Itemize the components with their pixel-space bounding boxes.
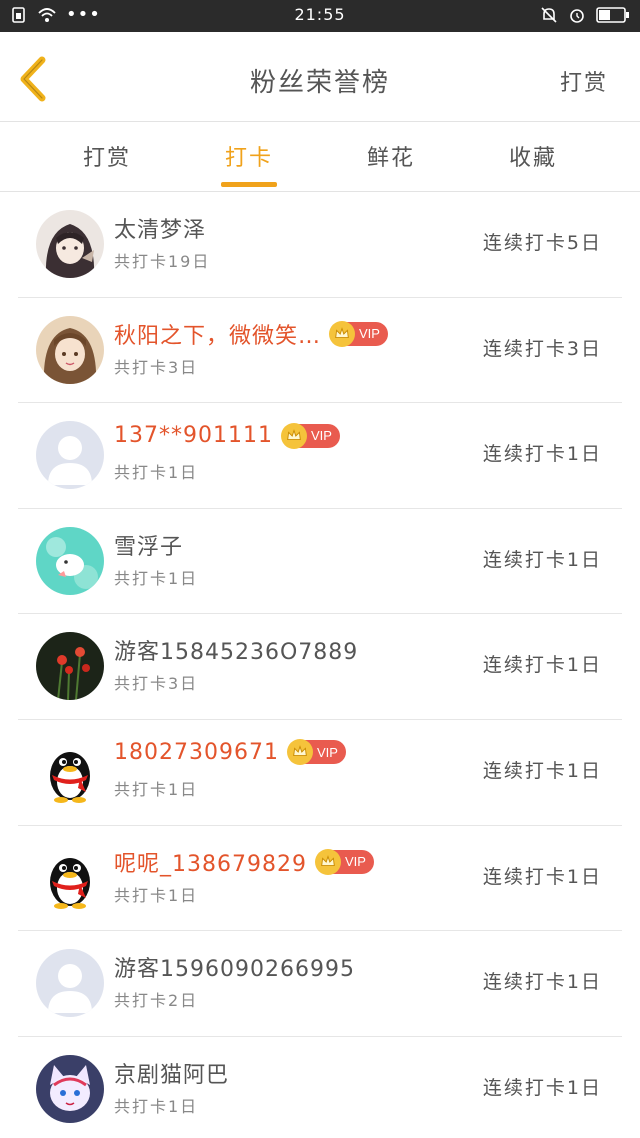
crown-icon — [280, 422, 307, 449]
battery-icon — [596, 7, 629, 23]
anime-girl-avatar[interactable] — [36, 315, 104, 384]
total-checkin-days: 共打卡1日 — [114, 568, 199, 588]
user-name[interactable]: 游客1596090266995 — [114, 951, 355, 983]
fan-list: 太清梦泽共打卡19日 连续打卡5日秋阳之下，微微笑… VIP 共打卡3日 连续打卡3日 1… — [0, 192, 640, 1138]
tab-checkin[interactable]: 打卡 — [194, 140, 304, 172]
total-checkin-days: 共打卡1日 — [114, 885, 199, 905]
page-title: 粉丝荣誉榜 — [249, 68, 390, 98]
user-name[interactable]: 游客15845236O7889 — [114, 634, 358, 666]
streak-checkin-days: 连续打卡1日 — [482, 971, 602, 994]
qq-penguin-avatar[interactable] — [36, 843, 104, 912]
streak-checkin-days: 连续打卡1日 — [482, 1076, 602, 1099]
crown-icon — [329, 320, 356, 347]
default-avatar[interactable] — [36, 421, 104, 490]
total-checkin-days: 共打卡3日 — [114, 674, 199, 694]
total-checkin-days: 共打卡1日 — [114, 779, 199, 799]
list-item[interactable]: 18027309671 VIP 共打卡1日 连续打卡1日 — [18, 720, 622, 826]
qq-penguin-avatar[interactable] — [36, 737, 104, 806]
total-checkin-days: 共打卡19日 — [114, 252, 211, 271]
default-avatar[interactable] — [36, 949, 104, 1018]
user-name[interactable]: 秋阳之下，微微笑… — [114, 318, 321, 350]
list-item[interactable]: 秋阳之下，微微笑… VIP 共打卡3日 连续打卡3日 — [18, 298, 622, 404]
tab-bar: 打赏 打卡 鲜花 收藏 — [0, 122, 640, 192]
user-name[interactable]: 呢呢_138679829 — [114, 846, 307, 878]
vip-label: VIP — [316, 744, 338, 760]
active-tab-indicator — [221, 182, 277, 187]
list-item[interactable]: 呢呢_138679829 VIP 共打卡1日 连续打卡1日 — [18, 826, 622, 932]
user-name[interactable]: 雪浮子 — [114, 529, 183, 561]
bird-avatar[interactable] — [36, 526, 104, 595]
reward-button[interactable]: 打赏 — [560, 65, 608, 97]
user-name[interactable]: 137**901111 — [114, 423, 273, 448]
vip-badge: VIP — [280, 422, 340, 449]
streak-checkin-days: 连续打卡1日 — [482, 865, 602, 888]
status-bar: ••• 21:55 — [0, 0, 640, 32]
anime-avatar[interactable] — [36, 210, 104, 278]
user-name[interactable]: 太清梦泽 — [114, 212, 206, 244]
crown-icon — [314, 848, 341, 875]
streak-checkin-days: 连续打卡1日 — [482, 654, 602, 677]
list-item[interactable]: 雪浮子共打卡1日 连续打卡1日 — [18, 509, 622, 615]
streak-checkin-days: 连续打卡3日 — [482, 337, 602, 360]
total-checkin-days: 共打卡2日 — [114, 991, 199, 1011]
vip-label: VIP — [359, 326, 380, 342]
user-name[interactable]: 18027309671 — [114, 740, 279, 765]
total-checkin-days: 共打卡1日 — [114, 1096, 199, 1116]
vip-badge: VIP — [314, 848, 374, 875]
streak-checkin-days: 连续打卡1日 — [482, 548, 602, 571]
list-item[interactable]: 137**901111 VIP 共打卡1日 连续打卡1日 — [18, 403, 622, 509]
flower-avatar[interactable] — [36, 632, 104, 701]
bell-muted-icon — [541, 7, 557, 23]
list-item[interactable]: 京剧猫阿巴共打卡1日 连续打卡1日 — [18, 1037, 622, 1138]
tab-flowers[interactable]: 鲜花 — [336, 140, 446, 172]
vip-badge: VIP — [329, 320, 388, 347]
list-item[interactable]: 游客15845236O7889 共打卡3日 连续打卡1日 — [18, 614, 622, 720]
crown-icon — [286, 739, 313, 766]
user-name[interactable]: 京剧猫阿巴 — [114, 1057, 229, 1089]
vip-badge: VIP — [286, 739, 346, 766]
vip-label: VIP — [344, 854, 366, 870]
total-checkin-days: 共打卡1日 — [114, 463, 199, 483]
vip-label: VIP — [310, 428, 332, 444]
streak-checkin-days: 连续打卡1日 — [482, 443, 602, 466]
header: 粉丝荣誉榜 打赏 — [0, 32, 640, 122]
total-checkin-days: 共打卡3日 — [114, 357, 199, 377]
cat-avatar[interactable] — [36, 1054, 104, 1123]
list-item[interactable]: 游客1596090266995 共打卡2日 连续打卡1日 — [18, 931, 622, 1037]
tab-favorites[interactable]: 收藏 — [478, 140, 588, 172]
streak-checkin-days: 连续打卡1日 — [482, 759, 602, 782]
alarm-icon — [570, 9, 584, 23]
streak-checkin-days: 连续打卡5日 — [482, 232, 602, 254]
list-item[interactable]: 太清梦泽共打卡19日 连续打卡5日 — [18, 192, 622, 298]
tab-reward[interactable]: 打赏 — [52, 140, 162, 172]
